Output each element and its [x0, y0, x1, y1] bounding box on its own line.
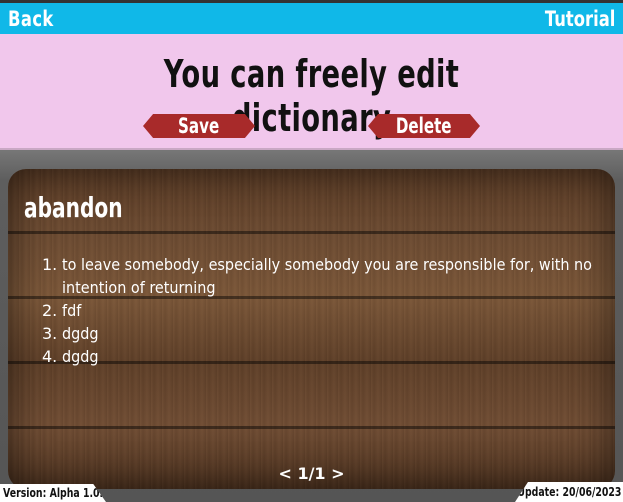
definition-item[interactable]: 1. to leave somebody, especially somebod…	[42, 253, 608, 299]
definition-item[interactable]: 2. fdf	[42, 299, 608, 322]
page-indicator: 1/1	[297, 464, 326, 483]
top-bar: Back Tutorial	[0, 0, 623, 34]
tutorial-button[interactable]: Tutorial	[545, 7, 615, 31]
header-panel: You can freely edit dictionary Save Dele…	[0, 34, 623, 150]
update-badge: Update: 20/06/2023	[515, 482, 623, 502]
delete-button[interactable]: Delete	[368, 114, 480, 138]
pagination: < 1/1 >	[0, 464, 623, 483]
update-text: Update: 20/06/2023	[516, 485, 621, 499]
definition-text: dgdg	[62, 347, 99, 366]
definition-item[interactable]: 4. dgdg	[42, 345, 608, 368]
version-badge: Version: Alpha 1.0.0	[0, 484, 106, 502]
definition-number: 1.	[42, 255, 58, 274]
definition-text: to leave somebody, especially somebody y…	[62, 255, 592, 297]
dictionary-entry-board: abandon 1. to leave somebody, especially…	[8, 169, 615, 489]
definition-text: fdf	[62, 301, 82, 320]
definition-number: 3.	[42, 324, 58, 343]
prev-page-button[interactable]: <	[278, 464, 291, 483]
definition-number: 4.	[42, 347, 58, 366]
back-button[interactable]: Back	[8, 7, 54, 31]
definition-item[interactable]: 3. dgdg	[42, 322, 608, 345]
next-page-button[interactable]: >	[331, 464, 344, 483]
save-button-label: Save	[178, 114, 220, 138]
definition-text: dgdg	[62, 324, 99, 343]
entry-word: abandon	[24, 191, 123, 224]
version-text: Version: Alpha 1.0.0	[3, 486, 110, 500]
save-button[interactable]: Save	[143, 114, 255, 138]
delete-button-label: Delete	[396, 114, 452, 138]
definition-number: 2.	[42, 301, 58, 320]
definition-list: 1. to leave somebody, especially somebod…	[42, 253, 608, 368]
